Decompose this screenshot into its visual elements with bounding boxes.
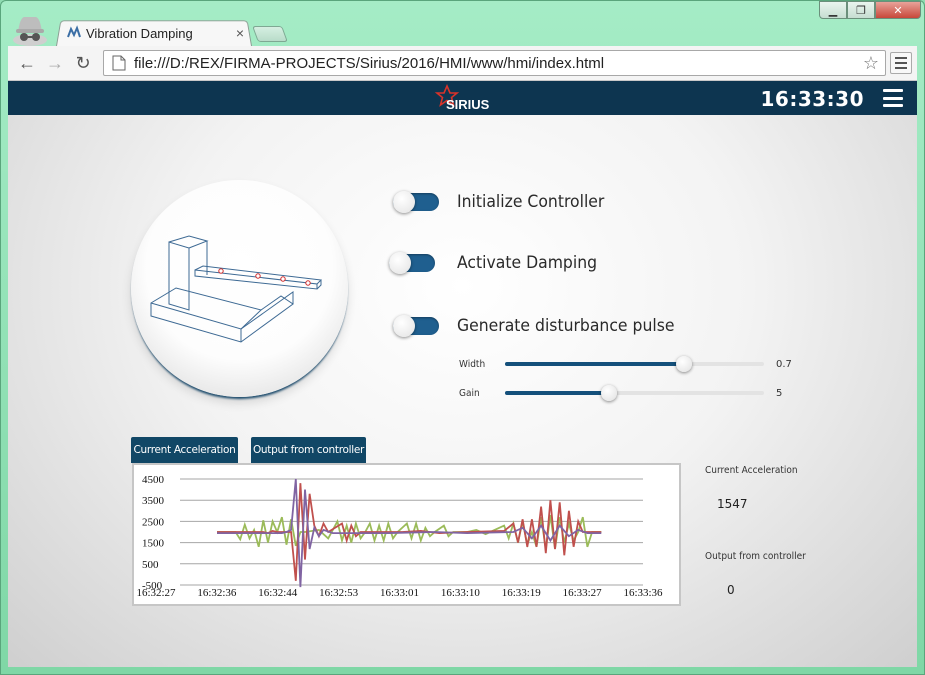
window-controls: ▁ ❐ ✕	[819, 1, 921, 19]
slider-thumb[interactable]	[600, 385, 617, 401]
clock: 16:33:30	[760, 87, 864, 111]
width-slider[interactable]	[505, 355, 764, 373]
toggle-label: Initialize Controller	[457, 192, 605, 212]
slider-fill	[505, 391, 609, 395]
switch-knob[interactable]	[389, 252, 411, 274]
address-bar[interactable]: file:///D:/REX/FIRMA-PROJECTS/Sirius/201…	[103, 50, 886, 76]
logo-text: SIRIUS	[446, 97, 490, 112]
x-tick-label: 16:33:01	[380, 587, 419, 599]
menu-line	[895, 57, 907, 59]
readout-value-acceleration: 1547	[717, 497, 748, 511]
gain-slider[interactable]	[505, 384, 764, 402]
back-button[interactable]: ←	[16, 52, 38, 74]
slider-label: Width	[459, 358, 486, 370]
toggle-initialize-controller[interactable]: Initialize Controller	[393, 188, 617, 216]
maximize-button[interactable]: ❐	[847, 1, 875, 19]
slider-value: 0.7	[776, 358, 792, 370]
toggle-activate-damping[interactable]: Activate Damping	[389, 249, 609, 277]
close-button[interactable]: ✕	[875, 1, 921, 19]
x-tick-label: 16:33:36	[623, 587, 663, 599]
y-tick-label: 4500	[142, 474, 165, 486]
slider-value: 5	[776, 387, 783, 399]
toggle-label: Generate disturbance pulse	[457, 316, 675, 336]
sirius-logo: SIRIUS	[434, 84, 490, 112]
incognito-icon	[13, 17, 47, 46]
switch[interactable]	[393, 315, 441, 337]
hamburger-line	[883, 104, 903, 107]
slider-row-width: Width 0.7	[459, 355, 792, 373]
readout-label-controller: Output from controller	[705, 551, 806, 562]
hamburger-menu-icon[interactable]	[883, 89, 903, 107]
browser-toolbar: ← → ↻ file:///D:/REX/FIRMA-PROJECTS/Siri…	[8, 46, 917, 81]
page-icon	[112, 55, 126, 71]
slider-fill	[505, 362, 684, 366]
slider-thumb[interactable]	[675, 356, 692, 372]
favicon-icon	[67, 25, 81, 38]
trend-chart: 4500350025001500500-50016:32:27 16:32:36 1…	[136, 474, 663, 599]
x-tick-label: 16:32:44	[258, 587, 298, 599]
y-tick-label: 500	[142, 559, 159, 571]
x-tick-label: 16:32:36	[197, 587, 237, 599]
y-tick-label: 2500	[142, 516, 165, 528]
chart-panel: 4500 3500 2500 1500 500 -500 16:32:27 16:32:36 1…	[132, 463, 681, 606]
menu-line	[895, 62, 907, 64]
tab-title: Vibration Damping	[86, 25, 193, 41]
readout-value-controller: 0	[727, 583, 735, 597]
x-tick-label: 16:33:27	[563, 587, 603, 599]
beam-model-illustration	[150, 235, 323, 343]
app-header: SIRIUS 16:33:30	[8, 81, 917, 115]
toggle-generate-disturbance[interactable]: Generate disturbance pulse	[393, 312, 693, 340]
slider-label: Gain	[459, 387, 480, 399]
switch[interactable]	[393, 191, 441, 213]
readout-label-acceleration: Current Acceleration	[705, 465, 798, 476]
x-tick-label: 16:32:27	[136, 587, 176, 599]
x-tick-label: 16:32:53	[319, 587, 359, 599]
new-tab-button[interactable]	[252, 26, 288, 42]
x-tick-label: 16:33:10	[441, 587, 481, 599]
slider-row-gain: Gain 5	[459, 384, 782, 402]
minimize-button[interactable]: ▁	[819, 1, 847, 19]
tab-current-acceleration[interactable]: Current Acceleration	[131, 437, 238, 463]
switch-knob[interactable]	[393, 315, 415, 337]
browser-tab-content[interactable]: Vibration Damping ×	[62, 21, 248, 45]
tab-close-icon[interactable]: ×	[236, 25, 244, 41]
address-text[interactable]: file:///D:/REX/FIRMA-PROJECTS/Sirius/201…	[134, 55, 863, 72]
menu-line	[895, 67, 907, 69]
y-tick-label: 3500	[142, 495, 165, 507]
y-tick-label: 1500	[142, 538, 165, 550]
model-bubble	[131, 180, 348, 397]
browser-menu-button[interactable]	[890, 52, 912, 74]
switch-knob[interactable]	[393, 191, 415, 213]
hmi-page: SIRIUS 16:33:30 Initialize Controller Ac…	[8, 81, 917, 667]
x-tick-label: 16:33:19	[502, 587, 542, 599]
hamburger-line	[883, 96, 903, 100]
tab-output-from-controller[interactable]: Output from controller	[251, 437, 366, 463]
hamburger-line	[883, 89, 903, 92]
switch[interactable]	[389, 252, 437, 274]
bookmark-star-icon[interactable]: ☆	[863, 53, 879, 74]
forward-button[interactable]: →	[44, 52, 66, 74]
toggle-label: Activate Damping	[457, 253, 598, 273]
reload-button[interactable]: ↻	[72, 52, 94, 74]
